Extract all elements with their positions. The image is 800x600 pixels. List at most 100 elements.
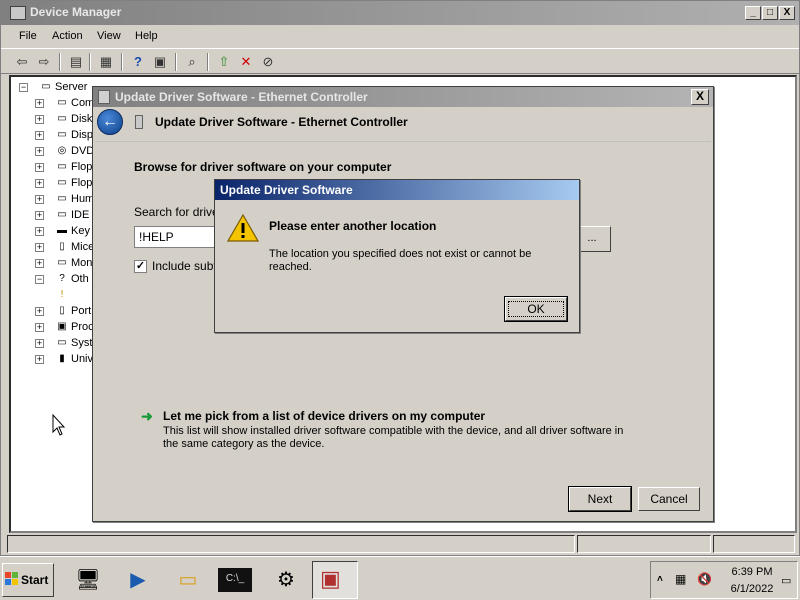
search-label: Search for drive [134,205,219,219]
include-subfolders-checkbox[interactable]: ✓ [134,260,147,273]
expand-icon[interactable]: + [35,243,44,252]
command-prompt-icon[interactable]: C:\_ [218,568,252,592]
maximize-button[interactable]: □ [762,6,778,20]
settings-gear-icon[interactable]: ⚙ [268,563,304,597]
expand-icon[interactable]: + [35,163,44,172]
expand-icon[interactable]: + [35,339,44,348]
action-pane-icon[interactable]: ▣ [151,53,169,71]
expand-icon[interactable]: + [35,99,44,108]
network-icon[interactable]: ▦ [675,572,691,586]
tree-item-label: Syst [71,337,93,349]
device-icon [98,90,110,104]
clock-time[interactable]: 6:39 PM [725,566,779,578]
start-button[interactable]: Start [2,563,54,597]
search-location-input[interactable] [134,226,220,248]
uninstall-icon[interactable]: ✕ [237,53,255,71]
device-category-icon: ▭ [57,257,67,268]
expand-icon[interactable]: + [35,147,44,156]
error-alert-dialog: Update Driver Software Please enter anot… [214,179,580,333]
toolbar-separator [175,53,177,71]
expand-icon[interactable]: + [35,323,44,332]
device-manager-icon [10,6,26,20]
toolbar-separator [121,53,123,71]
tree-item-label: Disp [71,129,94,141]
menu-file[interactable]: File [19,30,37,42]
alert-title: Update Driver Software [220,183,353,197]
expand-icon[interactable]: + [35,307,44,316]
next-button[interactable]: Next [568,486,632,512]
help-icon[interactable]: ? [129,53,147,71]
ok-button-label: OK [508,301,564,317]
expand-icon[interactable]: + [35,355,44,364]
expand-icon[interactable]: + [35,131,44,140]
toolbar-separator [89,53,91,71]
server-manager-icon[interactable]: 🖥 [70,563,106,597]
action-center-icon[interactable]: ▭ [781,574,791,587]
tree-item-label: Port [71,305,92,317]
alert-heading: Please enter another location [269,219,437,233]
device-category-icon: ▭ [57,113,67,124]
device-category-icon: ▭ [57,337,67,348]
browse-heading: Browse for driver software on your compu… [134,160,392,174]
minimize-button[interactable]: _ [745,6,761,20]
expand-icon[interactable]: + [35,227,44,236]
tree-item-label: Proc [71,321,94,333]
ethernet-device-icon [135,115,143,129]
tree-item-label: Mice [71,241,95,253]
computer-icon: ▭ [41,81,51,92]
expand-icon[interactable]: + [35,211,44,220]
forward-arrow-icon[interactable]: ⇨ [35,53,53,71]
device-manager-titlebar[interactable]: Device Manager _ □ X [1,1,799,25]
cancel-button[interactable]: Cancel [638,487,700,511]
wizard-close-button[interactable]: X [691,89,709,105]
volume-muted-icon[interactable]: 🔇 [697,572,713,586]
tree-root-label: Server [55,81,88,93]
pick-from-list-link[interactable]: Let me pick from a list of device driver… [163,409,485,423]
powershell-icon[interactable]: ▶ [120,563,156,597]
menu-bar: File Action View Help [1,27,799,47]
pick-from-list-description: This list will show installed driver sof… [163,425,624,450]
back-button[interactable]: ← [97,109,123,135]
collapse-icon[interactable]: − [19,83,28,92]
green-arrow-icon: ➜ [141,408,153,424]
close-button[interactable]: X [779,6,795,20]
explorer-folder-icon[interactable]: ▭ [170,563,206,597]
unknown-device-warning-icon: ! [60,289,64,300]
show-hide-console-tree-icon[interactable]: ▤ [67,53,85,71]
show-hidden-icons-icon[interactable]: ˄ [657,574,663,585]
menu-action[interactable]: Action [52,30,83,42]
collapse-icon[interactable]: − [35,275,44,284]
toolbar-separator [59,53,61,71]
expand-icon[interactable]: + [35,195,44,204]
device-category-icon: ▣ [57,321,67,332]
status-bar [7,535,795,553]
device-category-icon: ▮ [59,353,65,364]
menu-help[interactable]: Help [135,30,158,42]
include-subfolders-label: Include subt [152,259,217,273]
expand-icon[interactable]: + [35,115,44,124]
alert-titlebar[interactable]: Update Driver Software [215,180,579,200]
toolbox-icon: ▣ [320,566,341,591]
tree-item-label: Flop [71,161,93,173]
device-category-icon: ▭ [57,129,67,140]
wizard-titlebar[interactable]: Update Driver Software - Ethernet Contro… [93,87,713,107]
ok-button[interactable]: OK [504,296,568,322]
scan-hardware-icon[interactable]: ⌕ [183,53,201,71]
wizard-title: Update Driver Software - Ethernet Contro… [115,90,368,104]
windows-logo-icon [5,572,18,585]
device-category-icon: ▭ [57,209,67,220]
back-arrow-icon[interactable]: ⇦ [13,53,31,71]
device-category-icon: ▬ [57,225,67,236]
expand-icon[interactable]: + [35,179,44,188]
disable-device-icon[interactable]: ⊘ [259,53,277,71]
expand-icon[interactable]: + [35,259,44,268]
wizard-header-title: Update Driver Software - Ethernet Contro… [155,115,408,129]
taskbar: Start 🖥 ▶ ▭ C:\_ ⚙ ▣ ˄ ▦ 🔇 6:39 PM 6/1/2… [0,556,800,600]
menu-view[interactable]: View [97,30,121,42]
warning-icon [227,214,259,242]
update-driver-icon[interactable]: ⇧ [215,53,233,71]
device-manager-task-button[interactable]: ▣ [312,561,358,599]
tree-item-label: Com [71,97,95,109]
clock-date[interactable]: 6/1/2022 [725,583,779,595]
properties-icon[interactable]: ▦ [97,53,115,71]
